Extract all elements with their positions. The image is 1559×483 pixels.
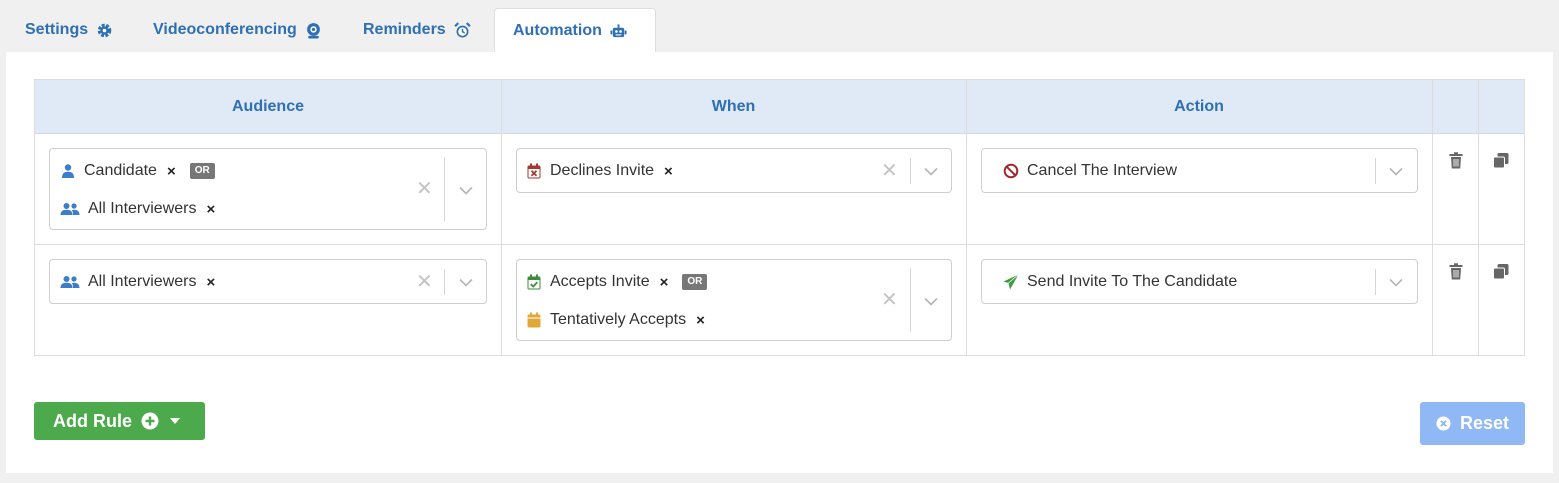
or-badge: OR — [189, 163, 215, 179]
gear-icon — [96, 22, 113, 39]
or-badge: OR — [682, 274, 708, 290]
audience-chip: All Interviewers × — [60, 198, 215, 220]
tab-label: Videoconferencing — [153, 21, 297, 38]
add-rule-button[interactable]: Add Rule — [34, 402, 205, 440]
action-value: Cancel The Interview — [1003, 160, 1177, 182]
remove-chip-button[interactable]: × — [206, 201, 215, 218]
plus-circle-icon — [141, 412, 159, 430]
duplicate-icon[interactable] — [1493, 152, 1509, 169]
header-action: Action — [1174, 98, 1224, 115]
chip-label: All Interviewers — [88, 273, 197, 290]
rules-table: Audience When Action Candidate × OR All … — [34, 79, 1525, 356]
when-chip: Declines Invite × — [526, 160, 673, 182]
chip-label: Accepts Invite — [550, 273, 650, 290]
column-divider — [1478, 80, 1479, 355]
select-divider — [910, 268, 911, 332]
user-icon — [60, 163, 76, 179]
select-divider — [910, 158, 911, 184]
select-divider — [1375, 158, 1376, 184]
clear-selection-button[interactable]: ✕ — [416, 179, 433, 199]
ban-icon — [1003, 163, 1019, 179]
remove-chip-button[interactable]: × — [167, 163, 176, 180]
when-select[interactable]: Declines Invite × ✕ — [516, 148, 952, 193]
reset-label: Reset — [1460, 413, 1510, 433]
chip-label: All Interviewers — [88, 200, 197, 217]
action-label: Cancel The Interview — [1027, 162, 1177, 179]
paper-plane-icon — [1003, 274, 1019, 290]
audience-select[interactable]: All Interviewers × ✕ — [49, 259, 487, 304]
tab-bar: Settings Videoconferencing Reminders Aut… — [0, 0, 1559, 53]
clear-selection-button[interactable]: ✕ — [881, 290, 898, 310]
calendar-check-icon — [526, 274, 542, 290]
automation-panel: Audience When Action Candidate × OR All … — [6, 52, 1553, 473]
action-value: Send Invite To The Candidate — [1003, 271, 1237, 293]
tab-label: Reminders — [363, 21, 446, 38]
trash-icon[interactable] — [1448, 152, 1464, 169]
tab-reminders[interactable]: Reminders — [363, 8, 471, 52]
webcam-icon — [305, 22, 322, 39]
header-when: When — [711, 98, 756, 115]
row-divider — [35, 244, 1524, 245]
tab-videoconferencing[interactable]: Videoconferencing — [153, 8, 322, 52]
tab-label: Settings — [25, 21, 89, 38]
chevron-down-icon[interactable] — [924, 167, 938, 176]
chevron-down-icon[interactable] — [1389, 278, 1403, 287]
tab-settings[interactable]: Settings — [25, 8, 113, 52]
calendar-icon — [526, 312, 542, 328]
chevron-down-icon[interactable] — [924, 297, 938, 306]
audience-select[interactable]: Candidate × OR All Interviewers × ✕ — [49, 148, 487, 230]
table-header: Audience When Action — [35, 80, 1524, 134]
remove-chip-button[interactable]: × — [664, 163, 673, 180]
audience-chip: Candidate × OR — [60, 160, 215, 182]
when-select[interactable]: Accepts Invite × OR Tentatively Accepts … — [516, 259, 952, 341]
remove-chip-button[interactable]: × — [696, 312, 705, 329]
select-divider — [1375, 269, 1376, 295]
remove-chip-button[interactable]: × — [660, 274, 669, 291]
chip-label: Declines Invite — [550, 162, 655, 179]
action-label: Send Invite To The Candidate — [1027, 273, 1238, 290]
reset-button[interactable]: Reset — [1420, 402, 1525, 445]
clear-selection-button[interactable]: ✕ — [416, 272, 433, 292]
header-audience: Audience — [231, 98, 304, 115]
tab-label: Automation — [513, 22, 602, 39]
chevron-down-icon[interactable] — [1389, 167, 1403, 176]
trash-icon[interactable] — [1448, 263, 1464, 280]
tab-automation[interactable]: Automation — [494, 8, 656, 53]
add-rule-label: Add Rule — [53, 410, 132, 431]
action-select[interactable]: Send Invite To The Candidate — [981, 259, 1418, 304]
users-icon — [60, 274, 80, 290]
users-icon — [60, 201, 80, 217]
times-circle-icon — [1436, 416, 1451, 431]
column-divider — [1432, 80, 1433, 355]
column-divider — [501, 80, 502, 355]
select-divider — [444, 157, 445, 221]
action-select[interactable]: Cancel The Interview — [981, 148, 1418, 193]
chevron-down-icon[interactable] — [459, 186, 473, 195]
clear-selection-button[interactable]: ✕ — [881, 161, 898, 181]
robot-icon — [610, 23, 627, 40]
when-chip: Accepts Invite × OR — [526, 271, 708, 293]
caret-down-icon[interactable] — [170, 418, 180, 424]
alarm-clock-icon — [454, 21, 471, 39]
column-divider — [966, 80, 967, 355]
select-divider — [444, 269, 445, 295]
chip-label: Tentatively Accepts — [550, 311, 687, 328]
chevron-down-icon[interactable] — [459, 278, 473, 287]
calendar-x-icon — [526, 163, 542, 179]
audience-chip: All Interviewers × — [60, 271, 215, 293]
when-chip: Tentatively Accepts × — [526, 309, 705, 331]
duplicate-icon[interactable] — [1493, 263, 1509, 280]
remove-chip-button[interactable]: × — [206, 274, 215, 291]
chip-label: Candidate — [84, 162, 157, 179]
